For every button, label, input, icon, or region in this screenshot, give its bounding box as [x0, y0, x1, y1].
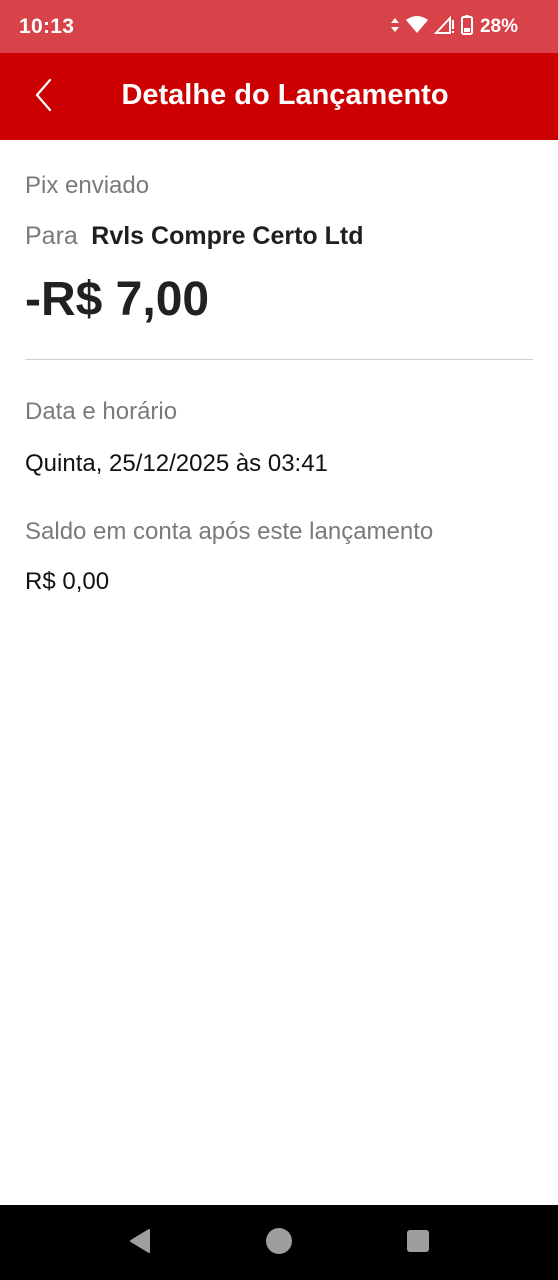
nav-recents-button[interactable]: [403, 1228, 433, 1258]
back-triangle-icon: [127, 1228, 153, 1259]
recipient-label: Para: [25, 222, 78, 250]
system-nav-bar: [0, 1205, 558, 1280]
recipient-row: Para Rvls Compre Certo Ltd: [25, 222, 364, 251]
battery-icon: [460, 14, 473, 40]
balance-label: Saldo em conta após este lançamento: [25, 518, 434, 545]
battery-percent: 28%: [479, 16, 518, 37]
transaction-type: Pix enviado: [25, 172, 150, 199]
home-circle-icon: [265, 1227, 293, 1260]
signal-icon: [433, 14, 456, 40]
divider: [25, 359, 533, 360]
status-time: 10:13: [19, 15, 75, 38]
wifi-icon: [405, 15, 429, 40]
status-bar: 10:13 28%: [0, 0, 558, 53]
status-icons: 28%: [390, 14, 518, 40]
recents-square-icon: [405, 1228, 431, 1259]
nav-home-button[interactable]: [264, 1227, 294, 1260]
nav-back-button[interactable]: [125, 1228, 155, 1258]
datetime-value: Quinta, 25/12/2025 às 03:41: [25, 450, 328, 477]
datetime-label: Data e horário: [25, 398, 178, 425]
data-arrows-icon: [390, 17, 400, 38]
transaction-amount: -R$ 7,00: [25, 273, 210, 326]
page-title: Detalhe do Lançamento: [121, 79, 449, 111]
app-bar: Detalhe do Lançamento: [0, 53, 558, 140]
balance-value: R$ 0,00: [25, 568, 110, 595]
recipient-name: Rvls Compre Certo Ltd: [91, 222, 364, 250]
